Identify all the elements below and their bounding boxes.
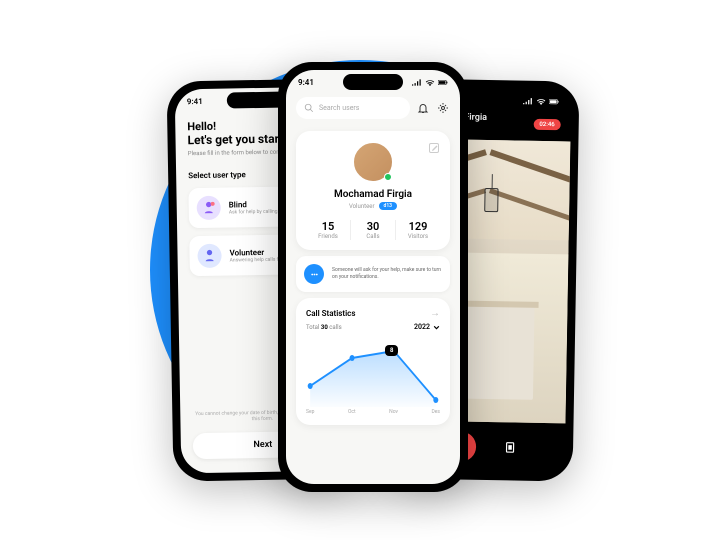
profile-card: Mochamad Firgia Volunteer d13 15 Friends… [296,131,450,250]
profile-role: Volunteer [349,203,375,210]
search-icon [304,103,314,113]
notch [343,74,403,90]
flash-button[interactable] [500,437,520,457]
edit-profile-button[interactable] [428,139,442,153]
chart-label: Sep [306,409,314,415]
notch [459,92,519,109]
status-time: 9:41 [298,78,314,87]
search-input[interactable]: Search users [296,97,410,119]
blind-icon [197,196,221,220]
settings-button[interactable] [436,101,450,115]
profile-name: Mochamad Firgia [306,189,440,200]
chat-icon [304,264,324,284]
wifi-icon [425,79,435,86]
battery-icon [549,98,559,105]
stat-visitors[interactable]: 129 Visitors [395,220,440,240]
stat-calls[interactable]: 30 Calls [350,220,395,240]
signal-icon [523,98,533,105]
profile-badge: d13 [379,202,398,210]
online-indicator [384,173,392,181]
wifi-icon [536,98,546,105]
call-statistics-card: Call Statistics → Total 30 calls 2022 [296,298,450,425]
battery-icon [438,79,448,86]
chart-label: Nov [389,409,398,415]
phone-profile: 9:41 Search users [278,62,468,492]
notification-tip: Someone will ask for your help, make sur… [296,256,450,292]
call-timer: 02:46 [533,118,561,129]
chart-label: Oct [348,409,356,415]
notifications-button[interactable] [416,101,430,115]
calls-chart: 8 [306,337,440,407]
stats-total: Total 30 calls [306,324,342,331]
chart-tooltip: 8 [385,345,398,356]
chart-label: Des [431,409,440,415]
stats-title: Call Statistics [306,309,355,318]
search-placeholder: Search users [319,104,359,112]
tip-text: Someone will ask for your help, make sur… [332,267,442,281]
chevron-down-icon [433,324,440,331]
status-time: 9:41 [187,97,203,106]
year-selector[interactable]: 2022 [414,323,440,331]
stat-friends[interactable]: 15 Friends [306,220,350,240]
volunteer-icon [197,244,221,268]
stats-expand-button[interactable]: → [430,308,440,319]
signal-icon [412,79,422,86]
